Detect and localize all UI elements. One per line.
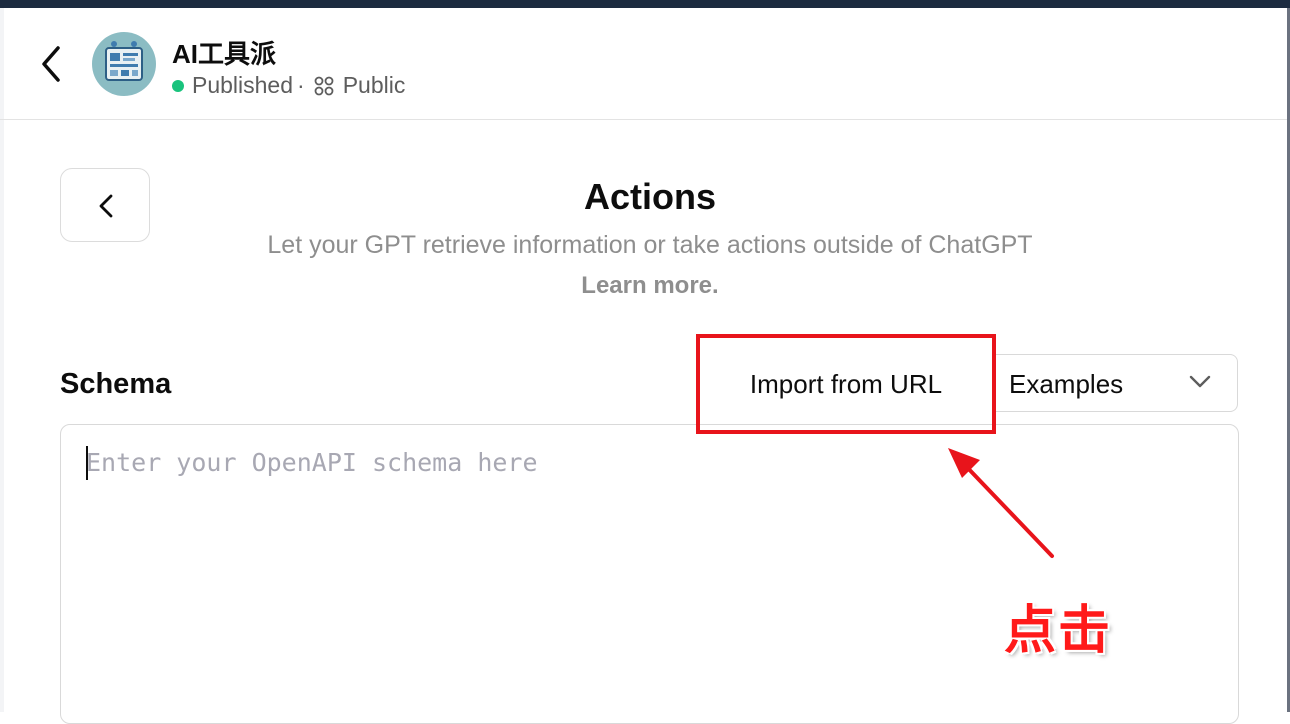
actions-title: Actions (583, 176, 716, 217)
published-status-dot (172, 79, 184, 92)
gpt-status: Published · Public (172, 72, 405, 99)
import-from-url-button[interactable]: Import from URL (698, 336, 994, 433)
examples-label: Examples (1009, 369, 1124, 399)
gpt-avatar (92, 32, 156, 96)
public-icon (314, 76, 334, 95)
examples-dropdown[interactable]: Examples (992, 354, 1238, 412)
text-caret (86, 446, 88, 480)
annotation-click-label: 点击 (1004, 602, 1113, 660)
back-button[interactable] (32, 44, 72, 84)
gpt-name: AI工具派 (172, 39, 277, 69)
published-status-text: Published (192, 72, 294, 98)
gpt-header: AI工具派 Published · Public (0, 8, 1287, 120)
window-top-strip (0, 0, 1290, 8)
chevron-left-icon (42, 46, 60, 82)
learn-more-link[interactable]: Learn more. (0, 272, 1290, 300)
chevron-down-icon (1189, 375, 1211, 388)
schema-label: Schema (60, 368, 172, 400)
visibility-text: Public (342, 72, 406, 98)
actions-subtitle: Let your GPT retrieve information or tak… (267, 231, 1033, 259)
status-separator: · (297, 72, 305, 98)
annotation-arrow-icon (948, 448, 1054, 558)
